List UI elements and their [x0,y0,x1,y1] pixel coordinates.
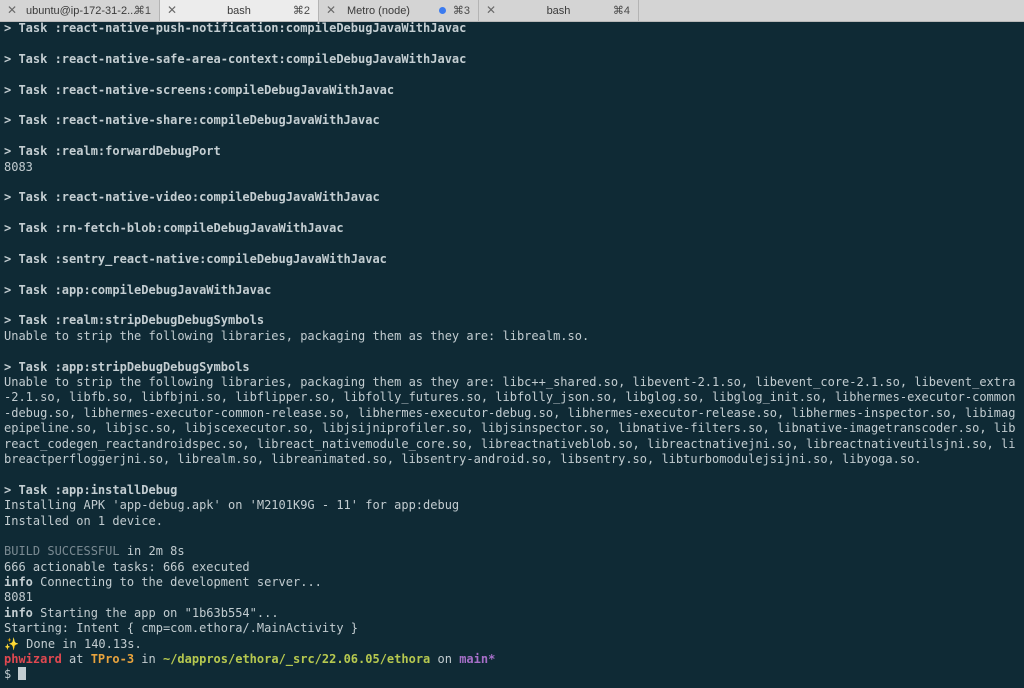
terminal-line: ✨ Done in 140.13s. [4,636,142,651]
tab-shortcut: ⌘1 [133,5,151,17]
terminal-output[interactable]: > Task :react-native-push-notification:c… [4,21,1024,683]
tab-shortcut: ⌘3 [452,5,470,17]
terminal-line: -2.1.so, libfb.so, libfbjni.so, libflipp… [4,390,1016,405]
terminal-line: > Task :sentry_react-native:compileDebug… [4,251,387,266]
prompt-path: ~/dappros/ethora/_src/22.06.05/ethora [162,652,431,667]
terminal-line: > Task :app:compileDebugJavaWithJavac [4,282,272,297]
terminal-line: Installing APK 'app-debug.apk' on 'M2101… [4,498,460,513]
prompt-at: at [61,652,91,667]
cursor-icon [18,667,27,681]
prompt-line: phwizard at TPro-3 in ~/dappros/ethora/_… [4,652,1024,667]
terminal-line: info Connecting to the development serve… [4,575,322,590]
terminal-line: info Starting the app on "1b63b554"... [4,605,279,620]
terminal-line: 666 actionable tasks: 666 executed [4,559,250,574]
tab-ubuntu[interactable]: ✕ ubuntu@ip-172-31-2... ⌘1 [0,0,160,21]
terminal-line: Unable to strip the following libraries,… [4,328,590,343]
activity-dot-icon [439,7,446,14]
terminal-line: Starting: Intent { cmp=com.ethora/.MainA… [4,621,359,636]
terminal-line: BUILD SUCCESSFUL in 2m 8s [4,544,185,559]
tab-bar: ✕ ubuntu@ip-172-31-2... ⌘1 ✕ bash ⌘2 ✕ M… [0,0,1024,22]
prompt-in: in [134,652,163,667]
terminal-line: > Task :rn-fetch-blob:compileDebugJavaWi… [4,221,344,236]
prompt-symbol: $ [4,667,19,682]
prompt-branch: main* [459,652,496,667]
terminal-line: > Task :app:stripDebugDebugSymbols [4,359,250,374]
tab-shortcut: ⌘4 [612,5,630,17]
input-line[interactable]: $ [4,667,1024,682]
tab-shortcut: ⌘2 [292,5,310,17]
terminal-line: > Task :react-native-safe-area-context:c… [4,51,467,66]
terminal-line: Unable to strip the following libraries,… [4,374,1016,389]
terminal-line: -debug.so, libhermes-executor-common-rel… [4,405,1016,420]
close-icon[interactable]: ✕ [7,3,21,17]
terminal-line: react_codegen_reactandroidspec.so, libre… [4,436,1016,451]
terminal-line: epipeline.so, libjsc.so, libjscexecutor.… [4,421,1016,436]
terminal-line: 8083 [4,159,33,174]
tab-bash-active[interactable]: ✕ bash ⌘2 [160,0,319,21]
tab-metro[interactable]: ✕ Metro (node) ⌘3 [319,0,479,21]
tab-label: ubuntu@ip-172-31-2... [26,4,137,17]
tab-label: Metro (node) [347,4,410,17]
terminal-line: > Task :react-native-share:compileDebugJ… [4,113,380,128]
terminal-line: > Task :app:installDebug [4,482,178,497]
prompt-on: on [430,652,460,667]
terminal-line: > Task :realm:forwardDebugPort [4,144,221,159]
terminal-line: 8081 [4,590,33,605]
prompt-user: phwizard [4,652,62,667]
tab-bash[interactable]: ✕ bash ⌘4 [479,0,639,21]
prompt-host: TPro-3 [90,652,135,667]
terminal-line: > Task :react-native-push-notification:c… [4,21,467,35]
terminal-line: > Task :realm:stripDebugDebugSymbols [4,313,265,328]
terminal-line: Installed on 1 device. [4,513,163,528]
terminal-line: breactperfloggerjni.so, librealm.so, lib… [4,451,922,466]
terminal-line: > Task :react-native-video:compileDebugJ… [4,190,380,205]
terminal-line: > Task :react-native-screens:compileDebu… [4,82,395,97]
